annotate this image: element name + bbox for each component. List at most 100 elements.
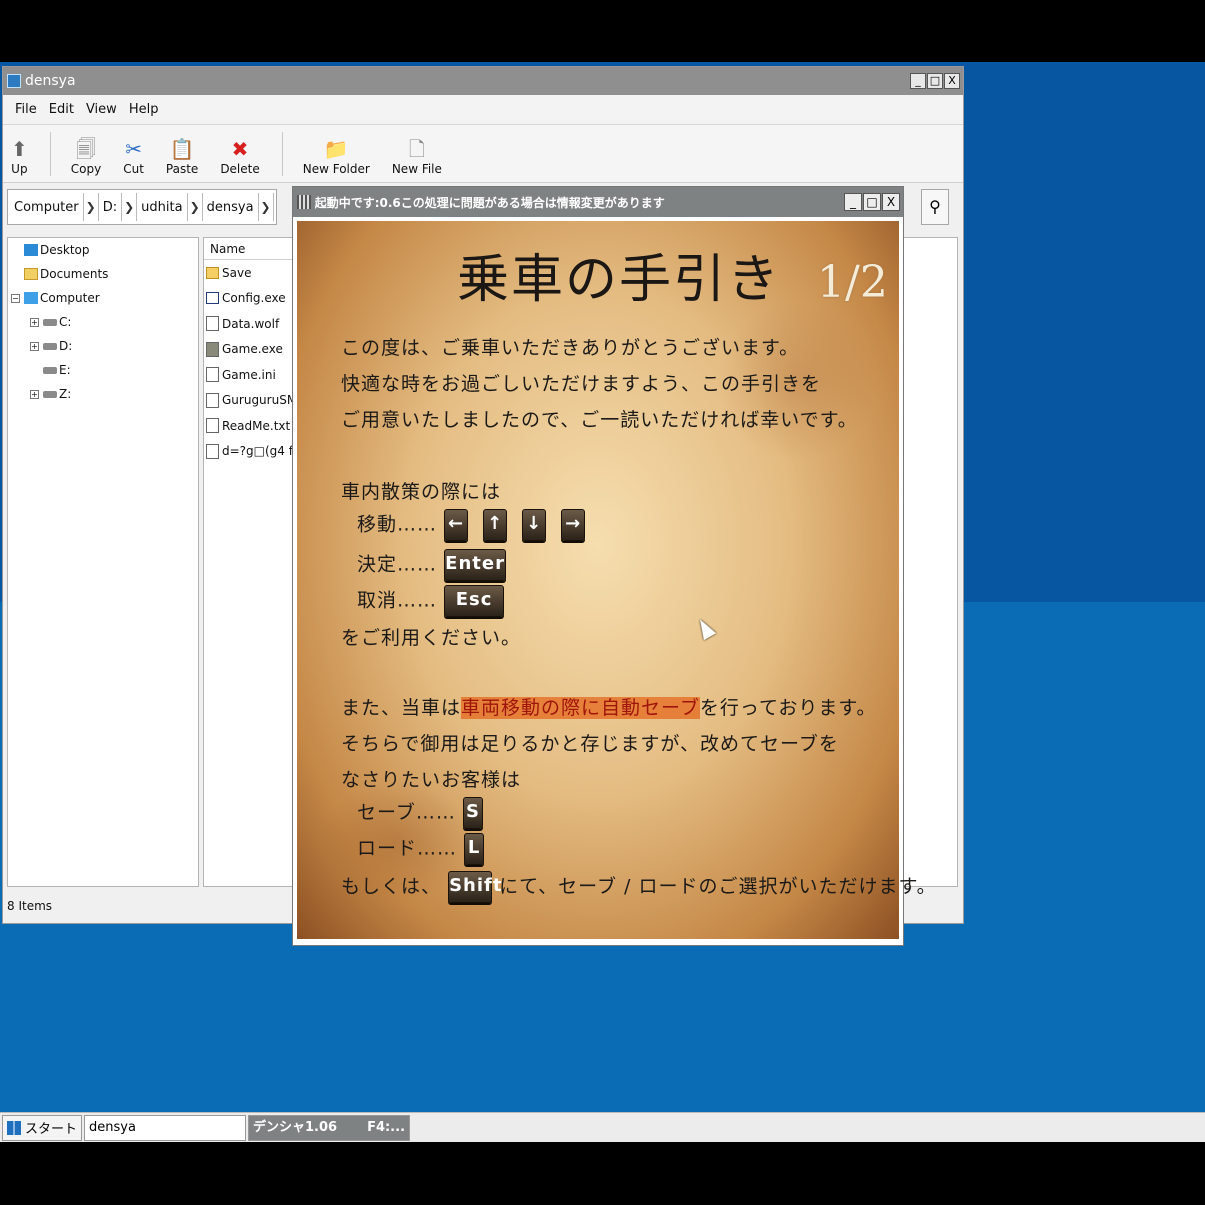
tree-item-label: Desktop (40, 243, 90, 257)
tree-item-drive-c[interactable]: + C: (8, 310, 198, 334)
menu-edit[interactable]: Edit (43, 102, 80, 117)
list-item[interactable]: Game.exe (204, 337, 296, 363)
taskbar-item-game[interactable]: デンシャ1.06 F4:... (248, 1114, 411, 1141)
file-name: GuruguruSMF4.d (222, 393, 296, 408)
list-item[interactable]: ReadMe.txt (204, 413, 296, 439)
start-button[interactable]: スタート (2, 1114, 83, 1141)
minimize-button[interactable]: _ (844, 193, 862, 211)
scissors-icon: ✂ (125, 137, 142, 161)
menu-view[interactable]: View (80, 102, 123, 117)
shift-prefix: もしくは、 (341, 875, 442, 898)
list-item[interactable]: Config.exe (204, 286, 296, 312)
tree-item-label: D: (59, 339, 73, 353)
screen: densya _ □ X File Edit View Help ⬆ Up 🗐 … (0, 0, 1205, 1205)
copy-icon: 🗐 (76, 137, 96, 161)
delete-button[interactable]: ✖ Delete (220, 136, 259, 176)
file-name: d=?g□(g4 f□□ (222, 444, 296, 459)
tree-item-label: Computer (40, 291, 100, 305)
save-label: セーブ…… (357, 801, 456, 824)
list-item[interactable]: Data.wolf (204, 311, 296, 337)
drive-icon (43, 342, 57, 350)
menu-bar: File Edit View Help (3, 95, 963, 125)
game-titlebar[interactable]: 起動中です:0.6この処理に問題がある場合は情報変更があります _ □ X (293, 187, 903, 217)
intro-line-2: 快適な時をお過ごしいただけますよう、この手引きを (341, 373, 822, 395)
autosave-line: また、当車は車両移動の際に自動セーブを行っております。 (341, 693, 876, 720)
expand-icon[interactable]: + (30, 341, 39, 351)
breadcrumb-d[interactable]: D: (99, 200, 121, 215)
search-button[interactable]: ⚲ (921, 189, 949, 225)
taskbar-item-densya[interactable]: densya (84, 1114, 247, 1141)
desktop-icon (24, 244, 38, 256)
folder-icon (206, 266, 219, 279)
chevron-right-icon[interactable]: ❯ (186, 193, 203, 221)
intro-line-3: ご用意いたしましたので、ご一読いただければ幸いです。 (341, 409, 858, 431)
window-title: densya (25, 73, 76, 89)
paste-button[interactable]: 📋 Paste (166, 136, 198, 176)
delete-x-icon: ✖ (231, 137, 249, 161)
chevron-right-icon[interactable]: ❯ (82, 193, 99, 221)
close-button[interactable]: X (944, 73, 960, 89)
enter-key: Enter (444, 549, 507, 581)
new-folder-button[interactable]: 📁 New Folder (303, 136, 370, 176)
tree-item-desktop[interactable]: Desktop (8, 238, 198, 262)
copy-button[interactable]: 🗐 Copy (71, 136, 101, 176)
tree-item-drive-e[interactable]: E: (8, 358, 198, 382)
breadcrumb-densya[interactable]: densya (203, 200, 258, 215)
expand-icon[interactable]: + (30, 389, 39, 399)
up-arrow-icon: ↑ (483, 509, 508, 541)
close-button[interactable]: X (882, 193, 900, 211)
chevron-right-icon[interactable]: ❯ (257, 193, 274, 221)
menu-help[interactable]: Help (123, 102, 165, 117)
chevron-right-icon[interactable]: ❯ (121, 193, 138, 221)
new-folder-icon: 📁 (323, 137, 349, 161)
tree-item-computer[interactable]: − Computer (8, 286, 198, 310)
list-item[interactable]: d=?g□(g4 f□□ (204, 439, 296, 465)
tree-item-label: E: (59, 363, 71, 377)
collapse-icon[interactable]: − (11, 293, 20, 303)
cut-label: Cut (123, 162, 144, 176)
taskbar: スタート densya デンシャ1.06 F4:... (0, 1112, 1205, 1142)
breadcrumb: Computer ❯ D: ❯ udhita ❯ densya ❯ (7, 189, 277, 225)
status-bar: 8 Items (7, 899, 53, 913)
maximize-button[interactable]: □ (863, 193, 881, 211)
toolbar-separator (49, 132, 51, 176)
breadcrumb-udhita[interactable]: udhita (137, 200, 186, 215)
tree-item-label: C: (59, 315, 72, 329)
list-item[interactable]: Game.ini (204, 362, 296, 388)
column-header-name[interactable]: Name (204, 238, 294, 260)
cut-button[interactable]: ✂ Cut (123, 136, 144, 176)
document-icon (206, 443, 219, 459)
walk-heading: 車内散策の際には (341, 481, 502, 503)
text-file-icon (206, 418, 219, 434)
new-file-button[interactable]: 🗋 New File (392, 136, 442, 176)
tree-item-drive-z[interactable]: + Z: (8, 382, 198, 406)
guide-title: 乗車の手引き (457, 250, 782, 310)
menu-file[interactable]: File (9, 102, 43, 117)
taskbar-item-label: デンシャ1.06 (253, 1119, 338, 1135)
tree-item-label: Documents (40, 267, 109, 281)
expand-icon[interactable]: + (30, 317, 39, 327)
save-line-3: なさりたいお客様は (341, 769, 522, 791)
shift-key: Shift (448, 871, 501, 903)
minimize-button[interactable]: _ (910, 73, 926, 89)
up-button[interactable]: ⬆ Up (11, 136, 28, 176)
game-window: 起動中です:0.6この処理に問題がある場合は情報変更があります _ □ X 乗車… (292, 186, 936, 946)
windows-logo-icon (7, 1120, 21, 1135)
paste-label: Paste (165, 162, 199, 176)
shift-suffix: にて、セーブ / ロードのご選択がいただけます。 (499, 875, 937, 898)
maximize-button[interactable]: □ (927, 73, 943, 89)
tree-item-documents[interactable]: Documents (8, 262, 198, 286)
explorer-titlebar[interactable]: densya _ □ X (3, 67, 963, 95)
dll-icon (206, 392, 219, 408)
tree-item-drive-d[interactable]: + D: (8, 334, 198, 358)
clipboard-icon: 📋 (169, 137, 195, 161)
folder-tree: Desktop Documents − Computer + C: + D: E… (7, 237, 199, 887)
right-arrow-icon: → (561, 509, 586, 541)
breadcrumb-computer[interactable]: Computer (10, 200, 83, 215)
file-name: Game.exe (222, 342, 283, 357)
drive-icon (43, 390, 57, 398)
decide-row: 決定…… Enter (357, 549, 507, 581)
document-icon (206, 316, 219, 332)
list-item[interactable]: Save (204, 260, 296, 286)
list-item[interactable]: GuruguruSMF4.d (204, 388, 296, 414)
